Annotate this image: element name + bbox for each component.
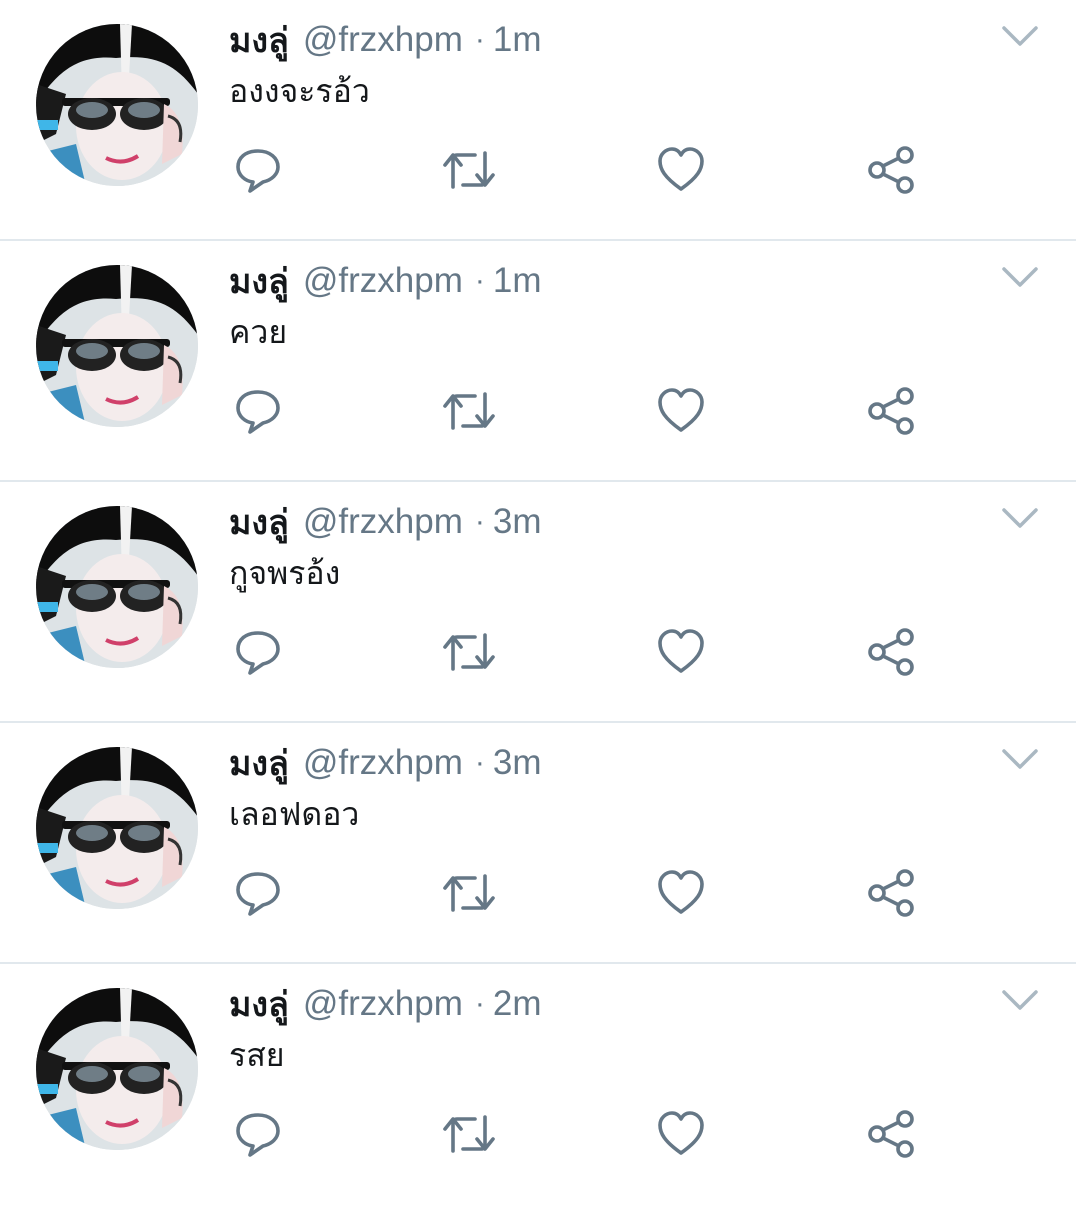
tweet-header: มงลู่ @frzxhpm · 3m [229,498,541,546]
separator-dot: · [474,264,485,297]
timestamp[interactable]: 2m [493,984,542,1024]
avatar[interactable] [36,747,198,909]
share-button[interactable] [861,863,921,923]
share-button[interactable] [861,381,921,441]
share-button[interactable] [861,140,921,200]
tweet-text: องงจะรอ้ว [229,72,370,110]
chevron-down-icon[interactable] [1000,22,1040,52]
avatar-image [36,265,198,427]
retweet-button[interactable] [439,863,499,923]
chevron-down-icon[interactable] [1000,504,1040,534]
separator-dot: · [474,505,485,538]
retweet-icon [443,392,495,430]
retweet-button[interactable] [439,622,499,682]
display-name[interactable]: มงลู่ [229,254,289,308]
separator-dot: · [474,746,485,779]
user-handle[interactable]: @frzxhpm [303,20,463,60]
share-icon [868,1110,914,1158]
share-icon [868,146,914,194]
separator-dot: · [474,23,485,56]
like-button[interactable] [651,863,711,923]
display-name[interactable]: มงลู่ [229,736,289,790]
tweet-text: รสย [229,1036,285,1074]
avatar[interactable] [36,24,198,186]
display-name[interactable]: มงลู่ [229,495,289,549]
retweet-button[interactable] [439,381,499,441]
reply-button[interactable] [228,1104,288,1164]
share-icon [868,628,914,676]
timestamp[interactable]: 3m [493,743,542,783]
avatar[interactable] [36,988,198,1150]
reply-button[interactable] [228,863,288,923]
retweet-button[interactable] [439,1104,499,1164]
timeline: มงลู่ @frzxhpm · 1m องงจะรอ้ว มงลู่ @frz… [0,0,1076,1191]
retweet-icon [443,151,495,189]
reply-icon [236,631,280,675]
share-button[interactable] [861,1104,921,1164]
tweet-header: มงลู่ @frzxhpm · 1m [229,16,541,64]
like-button[interactable] [651,1104,711,1164]
timestamp[interactable]: 1m [493,261,542,301]
tweet[interactable]: มงลู่ @frzxhpm · 3m กูจพรอ้ง [0,482,1076,723]
tweet-header: มงลู่ @frzxhpm · 1m [229,257,541,305]
share-icon [868,869,914,917]
tweet[interactable]: มงลู่ @frzxhpm · 1m องงจะรอ้ว [0,0,1076,241]
tweet[interactable]: มงลู่ @frzxhpm · 2m รสย [0,964,1076,1205]
user-handle[interactable]: @frzxhpm [303,743,463,783]
heart-icon [658,1111,704,1155]
user-handle[interactable]: @frzxhpm [303,984,463,1024]
display-name[interactable]: มงลู่ [229,13,289,67]
reply-icon [236,149,280,193]
tweet-text: เลอฟดอว [229,795,360,833]
heart-icon [658,388,704,432]
timestamp[interactable]: 1m [493,20,542,60]
avatar-image [36,24,198,186]
heart-icon [658,870,704,914]
retweet-icon [443,874,495,912]
avatar[interactable] [36,506,198,668]
retweet-icon [443,633,495,671]
tweet-header: มงลู่ @frzxhpm · 3m [229,739,541,787]
separator-dot: · [474,987,485,1020]
chevron-down-icon[interactable] [1000,986,1040,1016]
reply-button[interactable] [228,622,288,682]
reply-button[interactable] [228,381,288,441]
avatar-image [36,988,198,1150]
share-button[interactable] [861,622,921,682]
heart-icon [658,147,704,191]
heart-icon [658,629,704,673]
tweet[interactable]: มงลู่ @frzxhpm · 1m ควย [0,241,1076,482]
chevron-down-icon[interactable] [1000,745,1040,775]
tweet[interactable]: มงลู่ @frzxhpm · 3m เลอฟดอว [0,723,1076,964]
timestamp[interactable]: 3m [493,502,542,542]
tweet-text: ควย [229,313,288,351]
like-button[interactable] [651,381,711,441]
avatar-image [36,506,198,668]
user-handle[interactable]: @frzxhpm [303,261,463,301]
chevron-down-icon[interactable] [1000,263,1040,293]
reply-icon [236,390,280,434]
user-handle[interactable]: @frzxhpm [303,502,463,542]
reply-icon [236,872,280,916]
avatar-image [36,747,198,909]
retweet-icon [443,1115,495,1153]
like-button[interactable] [651,140,711,200]
share-icon [868,387,914,435]
tweet-header: มงลู่ @frzxhpm · 2m [229,980,541,1028]
display-name[interactable]: มงลู่ [229,977,289,1031]
retweet-button[interactable] [439,140,499,200]
reply-button[interactable] [228,140,288,200]
like-button[interactable] [651,622,711,682]
tweet-text: กูจพรอ้ง [229,554,341,592]
avatar[interactable] [36,265,198,427]
reply-icon [236,1113,280,1157]
